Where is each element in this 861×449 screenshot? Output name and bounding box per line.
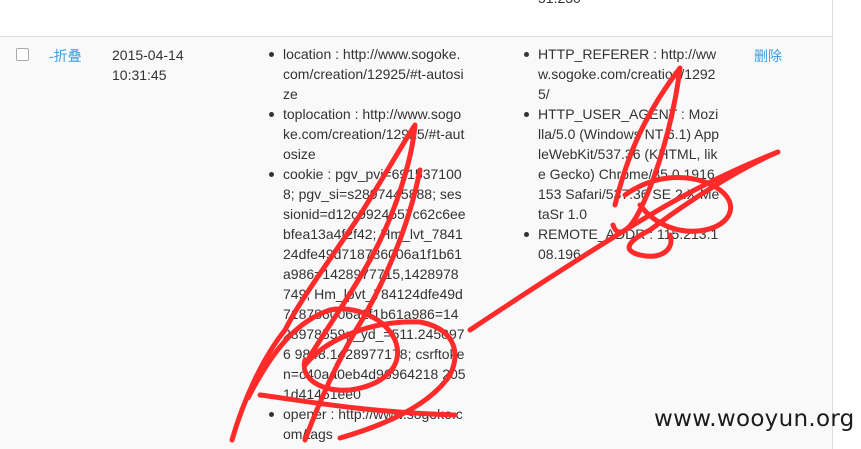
log-time: 10:31:45 — [112, 67, 167, 83]
remote-addr-item: REMOTE_ADDR : 115.213.108.196 — [521, 224, 721, 264]
log-table: 51.230 -折叠 2015-04-14 10:31:45 location … — [0, 0, 833, 449]
toplocation-item: toplocation : http://www.sogoke.com/crea… — [266, 104, 466, 164]
opener-item: opener : http://www.sogoke.com/tags — [266, 404, 466, 444]
cookie-item: cookie : pgv_pvi=6915371008; pgv_si=s289… — [266, 164, 466, 404]
http-referer-item: HTTP_REFERER : http://www.sogoke.com/cre… — [521, 44, 721, 104]
http-user-agent-item: HTTP_USER_AGENT : Mozilla/5.0 (Windows N… — [521, 104, 721, 224]
previous-remote-addr-tail: 51.230 — [538, 0, 581, 8]
http-header-list: HTTP_REFERER : http://www.sogoke.com/cre… — [521, 44, 721, 264]
collapse-toggle-link[interactable]: -折叠 — [49, 46, 82, 66]
row-select-checkbox[interactable] — [16, 48, 29, 61]
log-row: -折叠 2015-04-14 10:31:45 location : http:… — [0, 37, 832, 449]
request-info-list: location : http://www.sogoke.com/creatio… — [266, 44, 466, 444]
delete-row-link[interactable]: 删除 — [754, 46, 782, 66]
previous-log-row: 51.230 — [0, 0, 832, 37]
log-date: 2015-04-14 — [112, 47, 184, 63]
location-item: location : http://www.sogoke.com/creatio… — [266, 44, 466, 104]
log-timestamp: 2015-04-14 10:31:45 — [112, 45, 184, 85]
watermark-text: www.wooyun.org — [654, 406, 855, 432]
